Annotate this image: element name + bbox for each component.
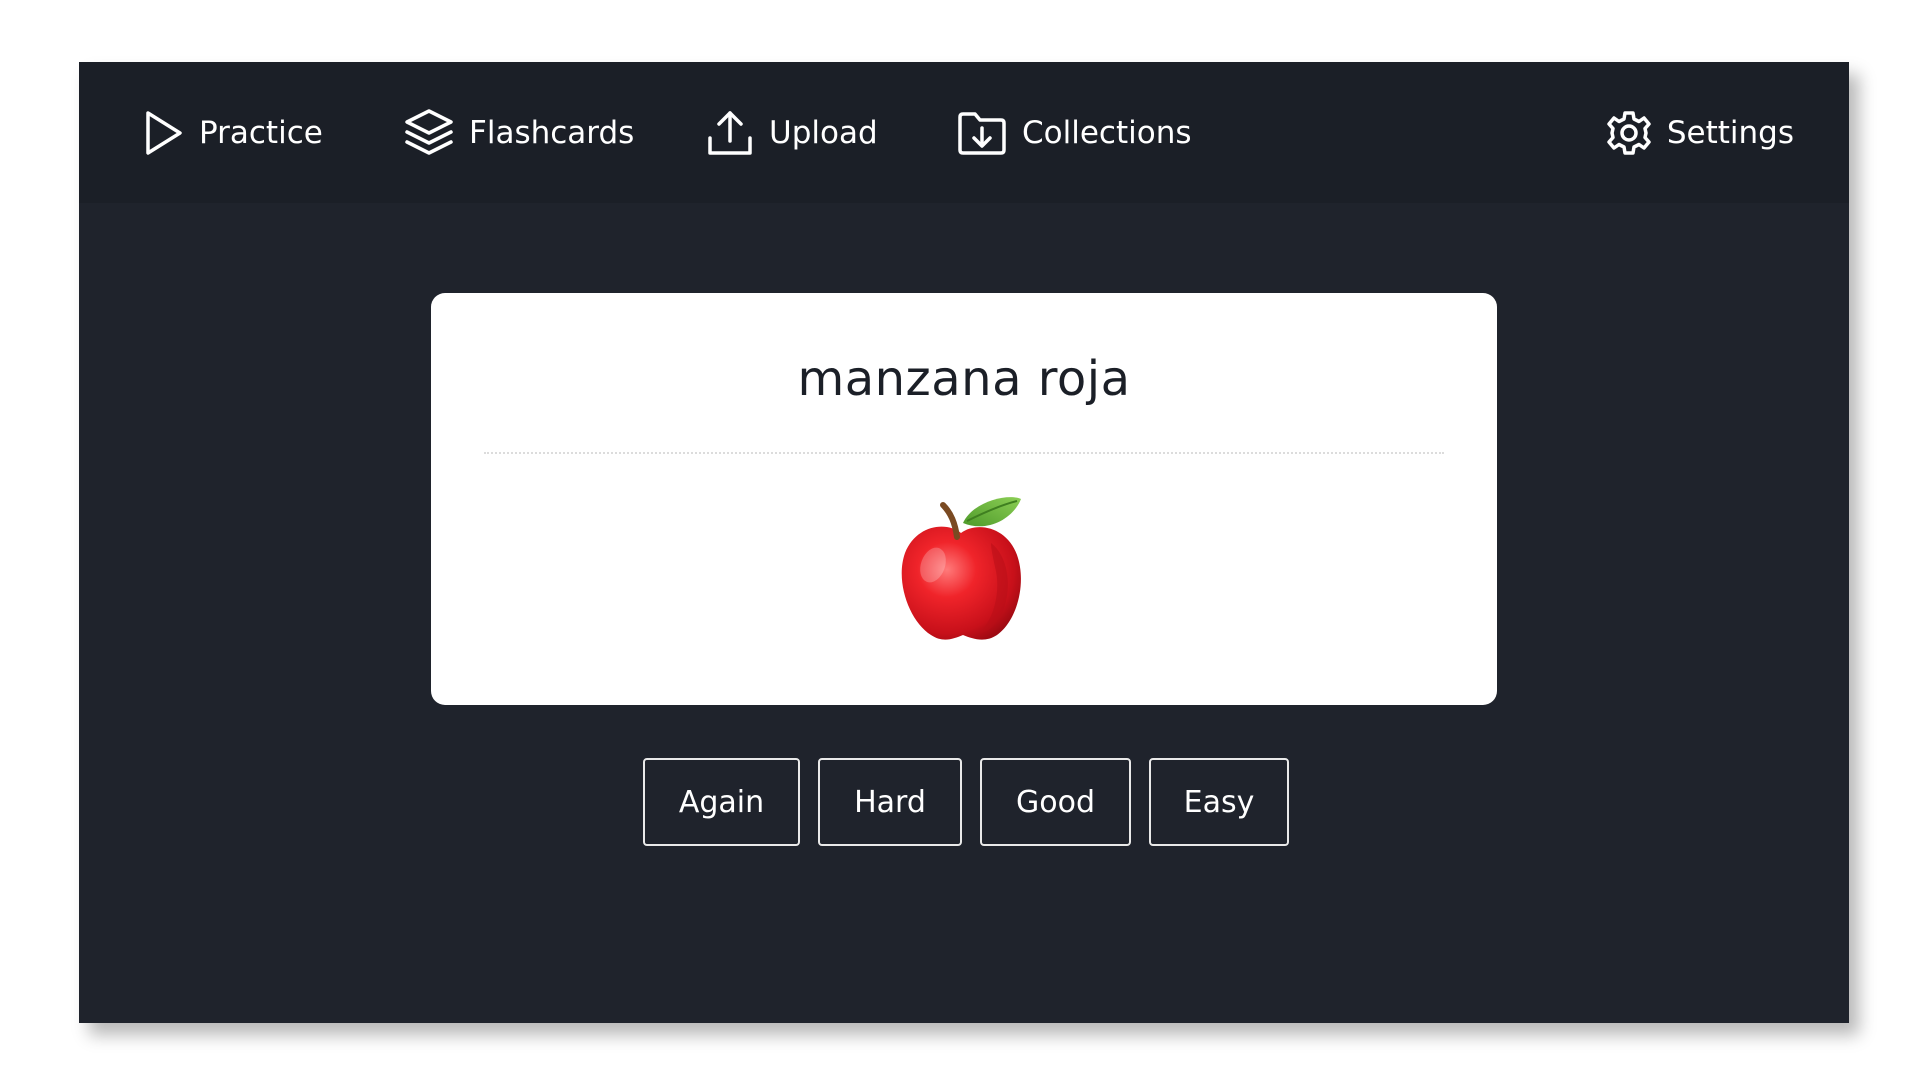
nav-upload[interactable]: Upload <box>705 62 878 203</box>
easy-button[interactable]: Easy <box>1149 758 1289 846</box>
flashcard: manzana roja <box>431 293 1497 705</box>
nav-flashcards[interactable]: Flashcards <box>403 62 634 203</box>
good-button[interactable]: Good <box>980 758 1131 846</box>
nav-settings[interactable]: Settings <box>1605 62 1794 203</box>
nav-flashcards-label: Flashcards <box>469 114 635 151</box>
layers-icon <box>403 107 455 159</box>
play-icon <box>141 109 185 157</box>
nav-collections[interactable]: Collections <box>956 62 1192 203</box>
upload-icon <box>705 108 755 158</box>
card-front-text: manzana roja <box>797 351 1131 407</box>
top-nav: Practice Flashcards Upload Collections S… <box>79 62 1849 203</box>
folder-download-icon <box>956 109 1008 157</box>
card-divider <box>484 452 1444 454</box>
hard-button[interactable]: Hard <box>818 758 962 846</box>
rating-buttons: Again Hard Good Easy <box>79 758 1849 846</box>
nav-upload-label: Upload <box>769 114 878 151</box>
red-apple-image <box>891 493 1041 653</box>
nav-collections-label: Collections <box>1022 114 1192 151</box>
nav-practice-label: Practice <box>199 114 323 151</box>
gear-icon <box>1605 109 1653 157</box>
nav-practice[interactable]: Practice <box>141 62 323 203</box>
app-window: Practice Flashcards Upload Collections S… <box>79 62 1849 1023</box>
again-button[interactable]: Again <box>643 758 800 846</box>
nav-settings-label: Settings <box>1666 114 1794 151</box>
